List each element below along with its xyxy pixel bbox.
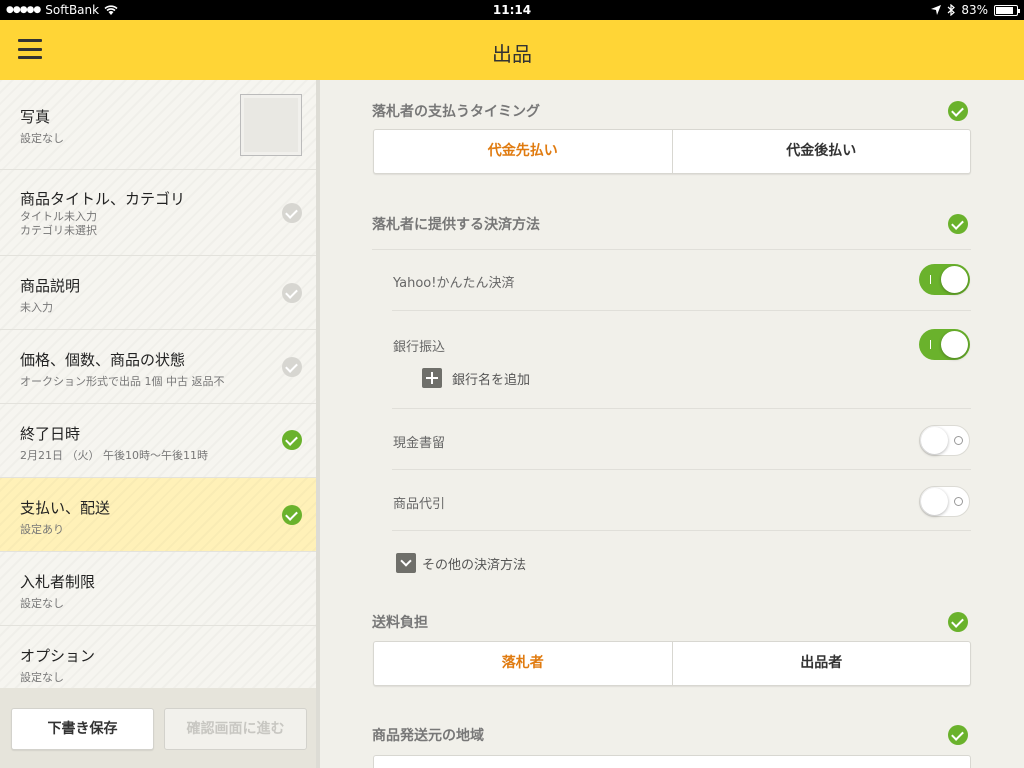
status-check-icon [282,283,302,303]
sidebar-item-bidder-limit[interactable]: 入札者制限 設定なし [0,552,316,626]
plus-icon [422,368,442,388]
prepay-option[interactable]: 代金先払い [374,130,672,173]
battery-fill [996,6,1013,14]
bank-transfer-toggle[interactable] [919,329,970,360]
payment-timing-title: 落札者の支払うタイミング [372,104,540,120]
sidebar-item-photo[interactable]: 写真 設定なし [0,80,316,170]
complete-check-icon [948,612,968,632]
divider [392,408,971,409]
confirm-button: 確認画面に進む [164,708,307,750]
battery-icon [994,4,1020,16]
bank-transfer-label: 銀行振込 [393,340,446,355]
clock: 11:14 [492,3,532,17]
other-payment-label: その他の決済方法 [422,557,527,573]
status-right: 83% [931,3,1020,17]
sidebar-item-title: 価格、個数、商品の状態 [20,351,186,369]
status-bar: ●●●●● SoftBank 11:14 83% [0,0,1024,20]
sidebar-item-sub: オークション形式で出品 1個 中古 返品不 [20,375,225,388]
complete-check-icon [948,214,968,234]
sidebar-item-sub: 設定なし [20,597,64,610]
divider [392,469,971,470]
status-check-icon [282,357,302,377]
add-bank-button[interactable]: 銀行名を追加 [422,368,530,388]
complete-check-icon [282,505,302,525]
sidebar-item-description[interactable]: 商品説明 未入力 [0,256,316,330]
yahoo-pay-label: Yahoo!かんたん決済 [393,276,515,291]
sidebar-item-price[interactable]: 価格、個数、商品の状態 オークション形式で出品 1個 中古 返品不 [0,330,316,404]
battery-percent: 83% [961,3,988,17]
sidebar-item-title-category[interactable]: 商品タイトル、カテゴリ タイトル未入力 カテゴリ未選択 [0,170,316,256]
save-draft-button[interactable]: 下書き保存 [11,708,154,750]
sidebar-item-title: 終了日時 [20,425,81,443]
cash-registered-label: 現金書留 [393,436,446,451]
seller-pays-option[interactable]: 出品者 [671,642,971,685]
main-panel: 落札者の支払うタイミング 代金先払い 代金後払い 落札者に提供する決済方法 Ya… [320,80,1024,768]
sidebar: 写真 設定なし 商品タイトル、カテゴリ タイトル未入力 カテゴリ未選択 商品説明… [0,80,316,688]
add-bank-label: 銀行名を追加 [452,372,531,388]
payment-methods-title: 落札者に提供する決済方法 [372,217,540,233]
divider [392,530,971,531]
nav-bar: 出品 [0,20,1024,80]
cod-toggle[interactable] [919,486,970,517]
divider [372,249,971,250]
sidebar-item-title: 支払い、配送 [20,499,111,517]
other-payment-expander[interactable]: その他の決済方法 [396,553,526,573]
sidebar-item-payment-shipping[interactable]: 支払い、配送 設定あり [0,478,316,552]
location-arrow-icon [931,5,942,15]
status-check-icon [282,203,302,223]
complete-check-icon [948,725,968,745]
sidebar-item-title: 商品説明 [20,277,81,295]
postpay-option[interactable]: 代金後払い [671,130,971,173]
ship-from-title: 商品発送元の地域 [372,728,484,744]
sidebar-item-title: オプション [20,647,96,665]
complete-check-icon [948,101,968,121]
buyer-pays-option[interactable]: 落札者 [374,642,672,685]
photo-placeholder[interactable] [240,94,302,156]
bluetooth-icon [947,4,956,16]
ship-from-select[interactable] [373,755,971,768]
complete-check-icon [282,430,302,450]
chevron-down-icon [396,553,416,573]
sidebar-item-options[interactable]: オプション 設定なし [0,626,316,688]
sidebar-item-end-date[interactable]: 終了日時 2月21日 （火） 午後10時〜午後11時 [0,404,316,478]
sidebar-item-title: 入札者制限 [20,573,96,591]
sidebar-item-sub: 未入力 [20,301,53,314]
page-title: 出品 [492,42,532,66]
sidebar-footer: 下書き保存 確認画面に進む [0,688,316,768]
sidebar-item-sub: タイトル未入力 [20,210,97,223]
sidebar-item-title: 商品タイトル、カテゴリ [20,190,186,208]
yahoo-pay-toggle[interactable] [919,264,970,295]
sidebar-item-sub: 設定なし [20,671,64,684]
cod-label: 商品代引 [393,497,446,512]
cash-registered-toggle[interactable] [919,425,970,456]
sidebar-item-title: 写真 [20,108,51,126]
sidebar-item-sub: 2月21日 （火） 午後10時〜午後11時 [20,449,208,462]
sidebar-item-sub: 設定なし [20,132,64,145]
sidebar-item-sub: カテゴリ未選択 [20,224,97,237]
shipping-fee-segment: 落札者 出品者 [373,641,971,686]
divider [392,310,971,311]
shipping-fee-title: 送料負担 [372,615,428,631]
sidebar-item-sub: 設定あり [20,523,64,536]
payment-timing-segment: 代金先払い 代金後払い [373,129,971,174]
